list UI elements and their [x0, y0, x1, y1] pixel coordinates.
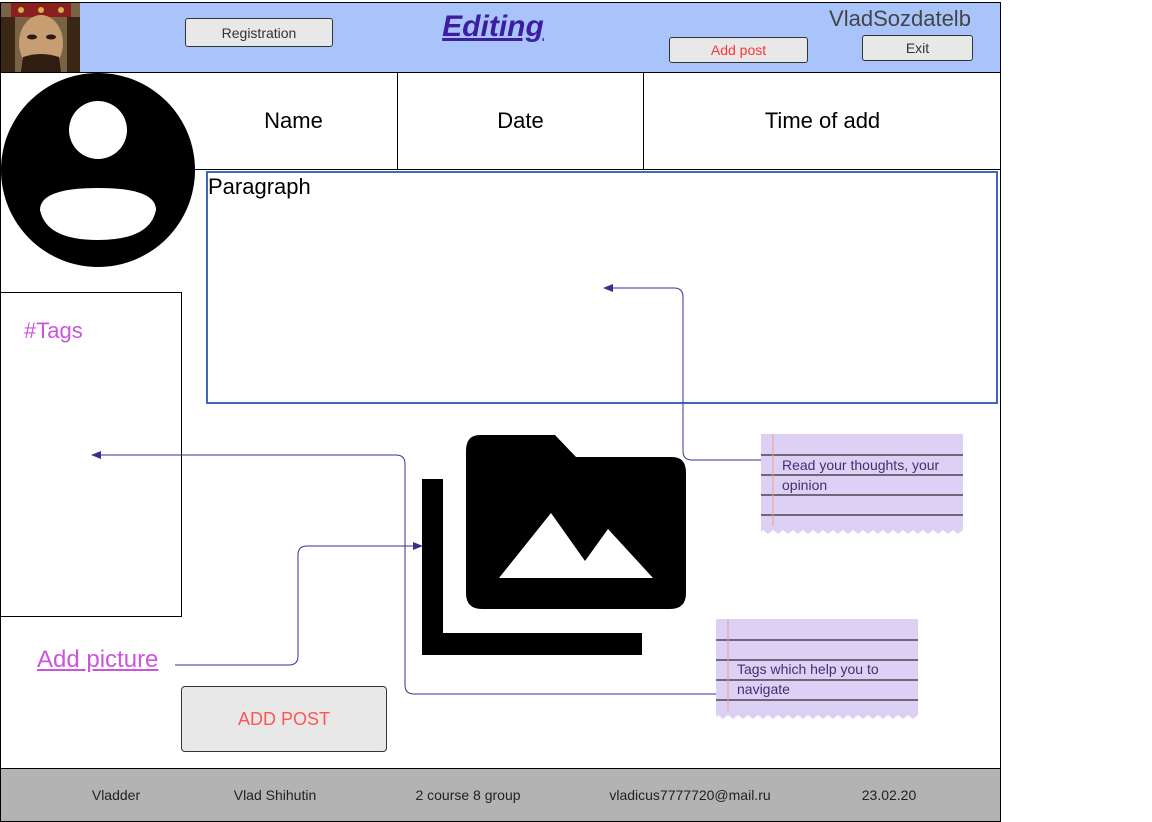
- tags-hint-text: Tags which help you to navigate: [737, 661, 879, 697]
- time-of-add-field[interactable]: Time of add: [644, 73, 1001, 170]
- add-post-button[interactable]: Add post: [669, 37, 808, 63]
- page-title: Editing: [442, 10, 544, 43]
- username-label: VladSozdatelb: [829, 6, 971, 31]
- date-field[interactable]: Date: [397, 73, 644, 170]
- registration-button[interactable]: Registration: [185, 18, 333, 47]
- user-avatar-icon: [0, 72, 196, 268]
- footer-author: Vlad Shihutin: [233, 787, 317, 803]
- paragraph-hint-text: Read your thoughts, your opinion: [782, 457, 940, 493]
- footer-group: 2 course 8 group: [415, 787, 521, 803]
- paragraph-hint-note: Read your thoughts, your opinion: [761, 434, 963, 534]
- footer-date: 23.02.20: [861, 787, 917, 803]
- paragraph-label: Paragraph: [208, 174, 311, 199]
- exit-button[interactable]: Exit: [862, 35, 973, 61]
- paragraph-input[interactable]: [206, 171, 998, 404]
- name-field[interactable]: Name: [190, 73, 397, 170]
- add-picture-link[interactable]: Add picture: [37, 646, 158, 674]
- portrait-image: [1, 3, 80, 72]
- tags-hint-note: Tags which help you to navigate: [716, 619, 918, 719]
- photo-library-icon[interactable]: [420, 433, 690, 657]
- footer-site-name: Vladder: [91, 787, 141, 803]
- add-post-submit-button[interactable]: ADD POST: [181, 686, 387, 752]
- footer-email: vladicus7777720@mail.ru: [609, 787, 771, 803]
- tags-label: #Tags: [24, 318, 83, 343]
